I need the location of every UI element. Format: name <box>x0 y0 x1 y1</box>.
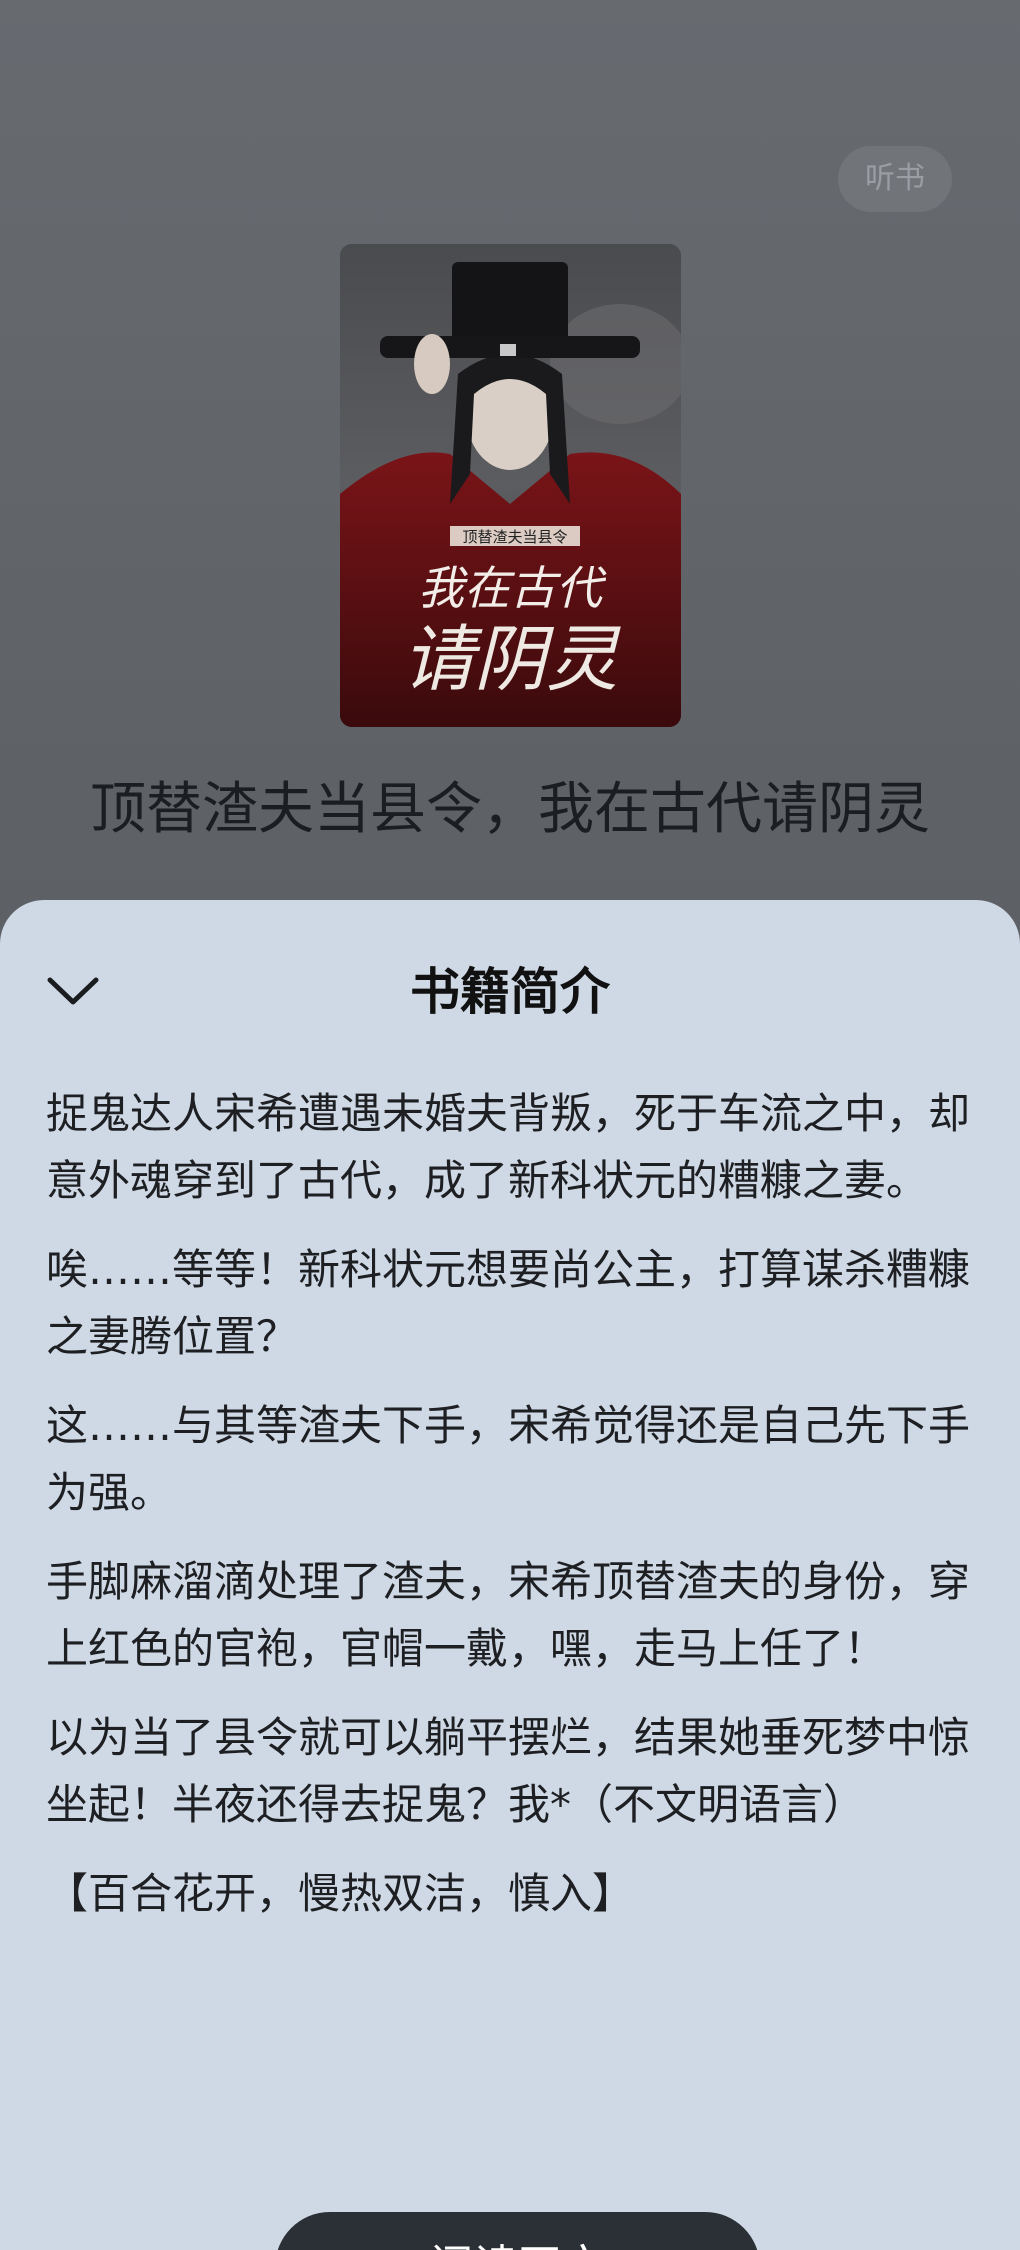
read-button[interactable]: 阅读正文 <box>275 2212 760 2250</box>
book-intro-sheet: 书籍简介 捉鬼达人宋希遭遇未婚夫背叛，死于车流之中，却意外魂穿到了古代，成了新科… <box>0 900 1020 2250</box>
cover-title-line1: 我在古代 <box>418 561 607 615</box>
sheet-header: 书籍简介 <box>0 952 1020 1032</box>
cover-title-line2: 请阴灵 <box>402 617 621 701</box>
chevron-down-icon <box>47 977 99 1005</box>
listen-button[interactable]: 听书 <box>838 146 952 212</box>
intro-paragraph: 这……与其等渣夫下手，宋希觉得还是自己先下手为强。 <box>46 1401 971 1517</box>
intro-text: 捉鬼达人宋希遭遇未婚夫背叛，死于车流之中，却意外魂穿到了古代，成了新科状元的糟糠… <box>46 1080 976 1949</box>
cover-illustration: 顶替渣夫当县令 我在古代 请阴灵 <box>340 244 681 727</box>
intro-paragraph: 捉鬼达人宋希遭遇未婚夫背叛，死于车流之中，却意外魂穿到了古代，成了新科状元的糟糠… <box>46 1089 971 1205</box>
book-title: 顶替渣夫当县令，我在古代请阴灵 <box>90 777 930 842</box>
book-cover[interactable]: 顶替渣夫当县令 我在古代 请阴灵 <box>340 244 681 727</box>
intro-paragraph: 【百合花开，慢热双洁，慎入】 <box>46 1869 635 1918</box>
cover-small-title: 顶替渣夫当县令 <box>462 528 567 546</box>
intro-paragraph: 手脚麻溜滴处理了渣夫，宋希顶替渣夫的身份，穿上红色的官袍，官帽一戴，嘿，走马上任… <box>46 1557 971 1673</box>
sheet-title: 书籍简介 <box>410 963 610 1021</box>
intro-paragraph: 以为当了县令就可以躺平摆烂，结果她垂死梦中惊坐起！半夜还得去捉鬼？我*（不文明语… <box>46 1713 971 1829</box>
intro-paragraph: 唉……等等！新科状元想要尚公主，打算谋杀糟糠之妻腾位置？ <box>46 1245 971 1361</box>
collapse-button[interactable] <box>40 958 106 1024</box>
